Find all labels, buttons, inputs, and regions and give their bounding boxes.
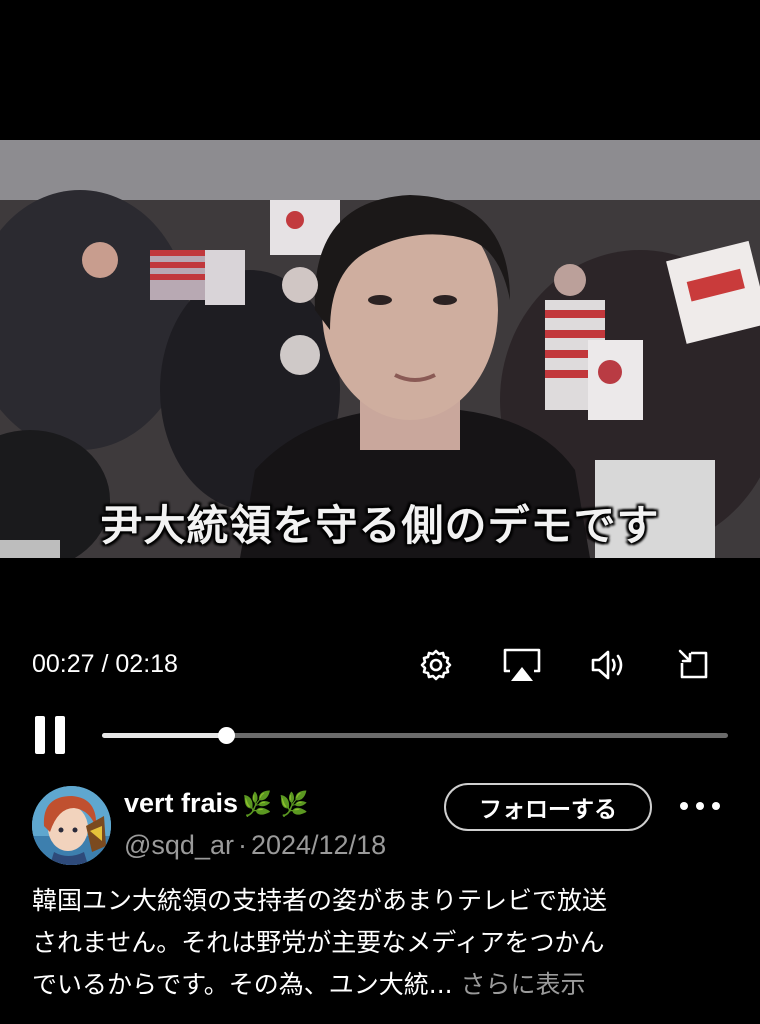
progress-bar[interactable]: [102, 727, 728, 744]
more-dot: [712, 802, 720, 810]
post-date: 2024/12/18: [250, 830, 387, 860]
pause-button[interactable]: [33, 716, 69, 756]
more-dot: [696, 802, 704, 810]
display-name[interactable]: vert frais 🌿 🌿: [124, 788, 309, 819]
follow-button[interactable]: フォローする: [444, 783, 652, 831]
show-more-link[interactable]: さらに表示: [461, 970, 586, 999]
progress-fill: [102, 733, 226, 738]
post-body: 韓国ユン大統領の支持者の姿があまりテレビで放送 されません。それは野党が主要なメ…: [32, 880, 732, 1006]
progress-handle[interactable]: [218, 727, 235, 744]
separator: ·: [237, 830, 247, 860]
video-frame[interactable]: 尹大統領を守る側のデモです: [0, 140, 760, 558]
post-text-line: でいるからです。その為、ユン大統...: [32, 970, 453, 999]
user-handle[interactable]: @sqd_ar: [124, 830, 234, 860]
gear-icon: [420, 649, 452, 681]
settings-button[interactable]: [416, 645, 456, 685]
avatar[interactable]: [32, 786, 111, 865]
post-text-line: されません。それは野党が主要なメディアをつかん: [32, 928, 605, 957]
more-dot: [680, 802, 688, 810]
leaf-emoji: 🌿 🌿: [242, 791, 309, 818]
post-text-line: 韓国ユン大統領の支持者の姿があまりテレビで放送: [32, 886, 608, 915]
handle-line: @sqd_ar · 2024/12/18: [124, 830, 386, 861]
pause-icon: [35, 716, 45, 754]
avatar-image: [32, 786, 111, 865]
airplay-icon: [503, 648, 541, 681]
display-name-text: vert frais: [124, 788, 239, 818]
post-text-line-last: でいるからです。その為、ユン大統... さらに表示: [32, 964, 732, 1006]
rotate-screen-button[interactable]: [674, 645, 714, 685]
rotate-screen-icon: [678, 649, 708, 679]
time-display: 00:27 / 02:18: [32, 650, 178, 678]
video-subtitle: 尹大統領を守る側のデモです: [100, 501, 660, 550]
volume-icon: [591, 650, 623, 680]
volume-button[interactable]: [588, 645, 628, 685]
airplay-button[interactable]: [502, 645, 542, 685]
more-options-button[interactable]: [678, 788, 724, 824]
pause-icon-bar: [55, 716, 65, 754]
